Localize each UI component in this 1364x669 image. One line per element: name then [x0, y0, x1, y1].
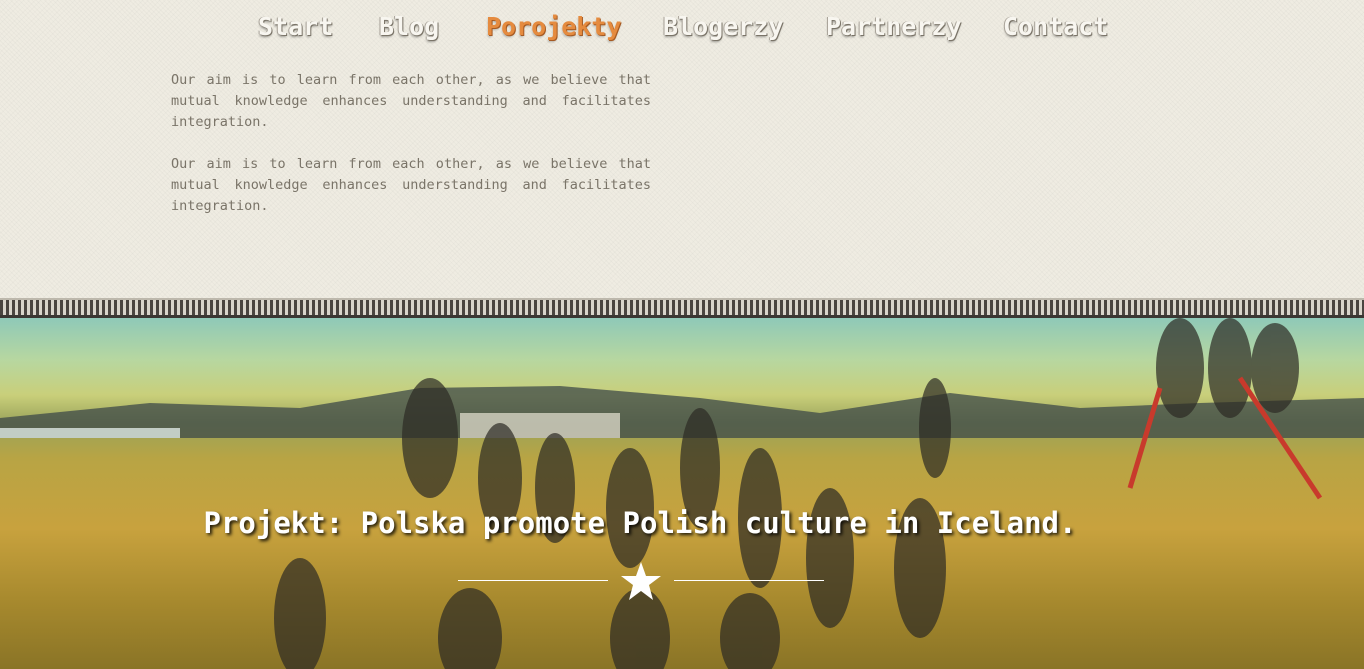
intro-paragraph: Our aim is to learn from each other, as … [171, 72, 651, 130]
nav-item-blogerzy[interactable]: Blogerzy [663, 12, 783, 41]
main-navigation: Start Blog Porojekty Blogerzy Partnerzy … [0, 12, 1364, 48]
nav-item-blog[interactable]: Blog [379, 12, 439, 41]
stitched-divider [0, 298, 1364, 320]
hero-photo [0, 318, 1364, 669]
hero-people-silhouettes [274, 318, 1323, 669]
intro-text: Our aim is to learn from each other, as … [171, 70, 651, 238]
nav-item-partnerzy[interactable]: Partnerzy [826, 12, 961, 41]
nav-item-start[interactable]: Start [258, 12, 333, 41]
nav-item-porojekty[interactable]: Porojekty [486, 12, 621, 41]
star-icon [621, 562, 661, 600]
caption-divider-left [458, 580, 608, 581]
nav-item-contact[interactable]: Contact [1003, 12, 1108, 41]
intro-paragraph: Our aim is to learn from each other, as … [171, 156, 651, 214]
caption-divider-right [674, 580, 824, 581]
